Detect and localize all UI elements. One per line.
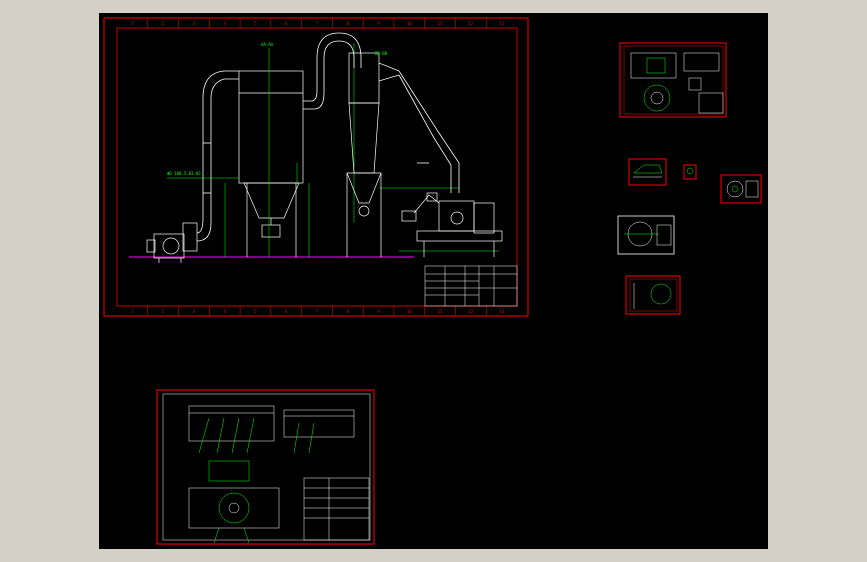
column-number: 3 xyxy=(193,309,196,314)
column-number: 10 xyxy=(407,21,412,26)
detail-sheet-5[interactable] xyxy=(617,215,675,255)
section-label-a: AA-AA xyxy=(261,42,274,47)
column-number: 4 xyxy=(223,21,226,26)
cyclone-separator[interactable] xyxy=(346,52,400,257)
main-drawing-sheet[interactable]: 1 2 3 4 5 6 7 8 9 10 11 12 13 1 2 3 4 5 6 7 8 9 10 11 12 13 xyxy=(103,17,529,317)
drawing-viewport[interactable]: 1 2 3 4 5 6 7 8 9 10 11 12 13 1 2 3 4 5 6 7 8 9 10 11 12 13 xyxy=(99,13,768,549)
column-number: 12 xyxy=(468,21,473,26)
pipe-label: ΦD-100.5.03.03 xyxy=(167,171,201,176)
column-number: 11 xyxy=(438,21,443,26)
column-number: 6 xyxy=(285,21,288,26)
column-number: 11 xyxy=(438,309,443,314)
outlet-duct xyxy=(196,70,239,242)
column-number: 1 xyxy=(131,21,134,26)
column-number: 6 xyxy=(285,309,288,314)
column-number: 13 xyxy=(499,309,504,314)
detail-sheet-6[interactable] xyxy=(625,275,681,315)
detail-sheet-4[interactable] xyxy=(720,174,762,204)
title-block[interactable] xyxy=(424,265,518,307)
column-number: 13 xyxy=(499,21,504,26)
column-number: 12 xyxy=(468,309,473,314)
column-number: 2 xyxy=(162,309,165,314)
column-numbers-top: 1 2 3 4 5 6 7 8 9 10 11 12 13 xyxy=(131,21,504,26)
column-number: 5 xyxy=(254,21,257,26)
detail-sheet-1[interactable] xyxy=(619,42,727,118)
column-number: 4 xyxy=(223,309,226,314)
column-number: 5 xyxy=(254,309,257,314)
crossover-duct xyxy=(303,32,362,110)
column-number: 2 xyxy=(162,21,165,26)
assembly-sheet[interactable] xyxy=(156,389,375,545)
column-number: 8 xyxy=(347,21,350,26)
main-sheet-outer-border xyxy=(103,17,529,317)
dimension-lines xyxy=(167,43,499,257)
section-label-b: BB-BB xyxy=(375,51,388,56)
column-numbers-bottom: 1 2 3 4 5 6 7 8 9 10 11 12 13 xyxy=(131,309,504,314)
feed-duct xyxy=(398,70,460,193)
detail-sheet-2[interactable] xyxy=(628,158,667,186)
column-number: 10 xyxy=(407,309,412,314)
bag-filter[interactable] xyxy=(238,70,304,257)
column-number: 3 xyxy=(193,21,196,26)
column-number: 8 xyxy=(347,309,350,314)
detail-sheet-3[interactable] xyxy=(683,164,697,180)
column-number: 9 xyxy=(377,309,380,314)
column-number: 7 xyxy=(316,309,319,314)
column-number: 7 xyxy=(316,21,319,26)
column-number: 1 xyxy=(131,309,134,314)
column-number: 9 xyxy=(377,21,380,26)
grinding-mill[interactable] xyxy=(401,192,503,257)
